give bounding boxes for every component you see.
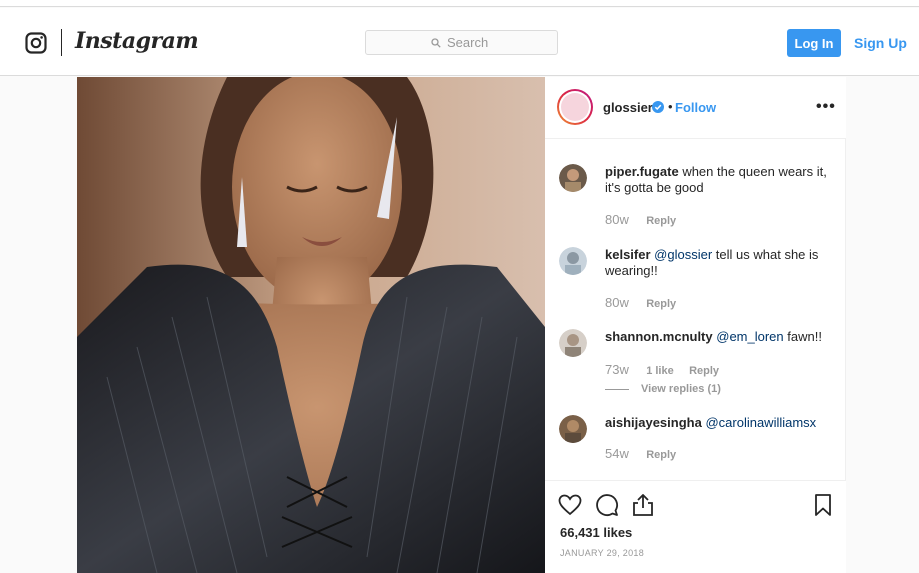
- separator-dot: •: [668, 99, 673, 114]
- comments-list[interactable]: — — — piper.fugate when the queen wears …: [545, 139, 846, 480]
- replies-line: [605, 388, 629, 390]
- follow-button[interactable]: Follow: [675, 100, 716, 115]
- comment-age: 73w: [605, 362, 629, 377]
- comment-message: fawn!!: [787, 329, 822, 344]
- search-input[interactable]: [447, 35, 492, 50]
- top-nav: Instagram Log In Sign Up: [0, 8, 919, 76]
- reply-button[interactable]: Reply: [646, 215, 676, 227]
- comment-age: 54w: [605, 446, 629, 461]
- search-box[interactable]: [365, 30, 558, 55]
- comment-text: aishijayesingha @carolinawilliamsx: [605, 415, 835, 431]
- reply-button[interactable]: Reply: [646, 449, 676, 461]
- comment-text: shannon.mcnulty @em_loren fawn!!: [605, 329, 835, 345]
- comment-meta: 54w Reply: [605, 446, 688, 461]
- login-button[interactable]: Log In: [787, 29, 841, 57]
- comment-mention[interactable]: @glossier: [654, 247, 712, 262]
- comment-age: 80w: [605, 212, 629, 227]
- comment-username[interactable]: piper.fugate: [605, 164, 679, 179]
- instagram-camera-icon[interactable]: [25, 32, 47, 54]
- view-replies-button[interactable]: View replies (1): [605, 383, 721, 395]
- commenter-avatar[interactable]: [559, 329, 587, 357]
- commenter-avatar[interactable]: [559, 415, 587, 443]
- post-sidebar: glossier • Follow ••• — — — piper.fugate…: [545, 77, 846, 573]
- share-icon[interactable]: [631, 493, 655, 517]
- comment-mention[interactable]: @em_loren: [716, 329, 783, 344]
- clipped-comment-meta: — — —: [605, 139, 644, 143]
- reply-button[interactable]: Reply: [689, 365, 719, 377]
- comment-meta: 80w Reply: [605, 295, 688, 310]
- top-strip: [0, 0, 919, 7]
- like-count[interactable]: 66,431 likes: [560, 525, 632, 540]
- view-replies-label: View replies (1): [641, 383, 721, 395]
- post-date[interactable]: JANUARY 29, 2018: [560, 548, 644, 558]
- verified-badge-icon: [652, 101, 664, 113]
- post-header: glossier • Follow •••: [545, 77, 846, 139]
- comment-username[interactable]: kelsifer: [605, 247, 651, 262]
- post-actions: 66,431 likes JANUARY 29, 2018: [545, 480, 846, 573]
- comment-username[interactable]: aishijayesingha: [605, 415, 702, 430]
- comment-text: kelsifer @glossier tell us what she is w…: [605, 247, 835, 279]
- owner-avatar[interactable]: [557, 89, 593, 125]
- instagram-wordmark[interactable]: Instagram: [75, 28, 199, 54]
- search-icon: [431, 37, 441, 48]
- post-image: [77, 77, 545, 573]
- comment-age: 80w: [605, 295, 629, 310]
- commenter-avatar[interactable]: [559, 247, 587, 275]
- comment-username[interactable]: shannon.mcnulty: [605, 329, 713, 344]
- reply-button[interactable]: Reply: [646, 298, 676, 310]
- comment-like-count[interactable]: 1 like: [646, 365, 674, 377]
- heart-icon[interactable]: [558, 493, 582, 517]
- logo-divider: [61, 29, 62, 56]
- post-photo[interactable]: [77, 77, 545, 573]
- comment-meta: 73w 1 like Reply: [605, 362, 731, 377]
- more-options-icon[interactable]: •••: [816, 98, 836, 116]
- bookmark-icon[interactable]: [811, 493, 835, 517]
- comment-mention[interactable]: @carolinawilliamsx: [705, 415, 816, 430]
- commenter-avatar[interactable]: [559, 164, 587, 192]
- signup-link[interactable]: Sign Up: [854, 35, 907, 51]
- owner-username[interactable]: glossier: [603, 100, 653, 115]
- comment-icon[interactable]: [595, 493, 619, 517]
- comment-text: piper.fugate when the queen wears it, it…: [605, 164, 835, 196]
- comment-meta: 80w Reply: [605, 212, 688, 227]
